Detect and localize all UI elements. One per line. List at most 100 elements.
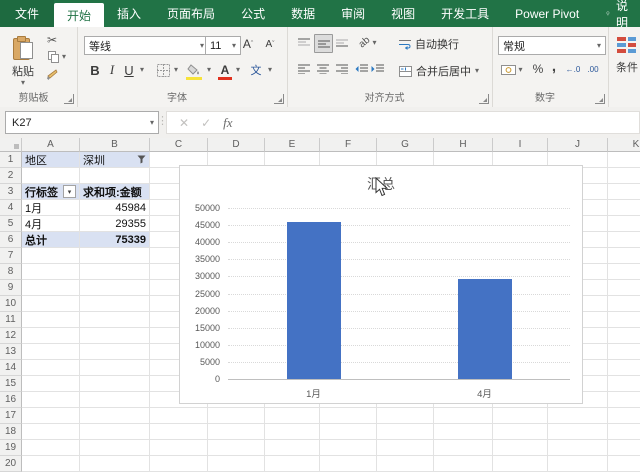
- column-header-G[interactable]: G: [377, 138, 434, 152]
- align-bottom-button[interactable]: [333, 34, 350, 51]
- row-header-2[interactable]: 2: [0, 168, 22, 184]
- cell-B2[interactable]: [80, 168, 150, 184]
- cell-E17[interactable]: [265, 408, 320, 424]
- cell-I20[interactable]: [493, 456, 548, 472]
- cell-B3[interactable]: 求和项:金额: [80, 184, 150, 200]
- cell-I18[interactable]: [493, 424, 548, 440]
- cell-B20[interactable]: [80, 456, 150, 472]
- column-header-H[interactable]: H: [434, 138, 493, 152]
- cell-A16[interactable]: [22, 392, 80, 408]
- align-left-button[interactable]: [295, 60, 312, 77]
- decrease-indent-button[interactable]: [353, 60, 370, 77]
- cell-C20[interactable]: [150, 456, 208, 472]
- cell-A2[interactable]: [22, 168, 80, 184]
- cell-F18[interactable]: [320, 424, 377, 440]
- copy-button[interactable]: ▾: [44, 50, 70, 64]
- accounting-format-button[interactable]: ▾: [498, 61, 526, 78]
- align-top-button[interactable]: [295, 34, 312, 51]
- cell-D20[interactable]: [208, 456, 265, 472]
- cell-A9[interactable]: [22, 280, 80, 296]
- row-header-3[interactable]: 3: [0, 184, 22, 200]
- comma-style-button[interactable]: ,: [548, 57, 560, 75]
- column-header-I[interactable]: I: [493, 138, 548, 152]
- row-header-18[interactable]: 18: [0, 424, 22, 440]
- cell-B17[interactable]: [80, 408, 150, 424]
- cell-G17[interactable]: [377, 408, 434, 424]
- fill-color-button[interactable]: [185, 60, 203, 80]
- cell-F17[interactable]: [320, 408, 377, 424]
- cell-K1[interactable]: [608, 152, 640, 168]
- cell-K4[interactable]: [608, 200, 640, 216]
- cell-B10[interactable]: [80, 296, 150, 312]
- cell-A17[interactable]: [22, 408, 80, 424]
- borders-button[interactable]: [155, 61, 171, 79]
- cell-E20[interactable]: [265, 456, 320, 472]
- decrease-decimal-button[interactable]: .00: [584, 61, 602, 78]
- enter-icon[interactable]: ✓: [201, 116, 211, 130]
- cell-D17[interactable]: [208, 408, 265, 424]
- cell-K12[interactable]: [608, 328, 640, 344]
- decrease-font-size-button[interactable]: Aˇ: [261, 35, 279, 53]
- column-header-J[interactable]: J: [548, 138, 608, 152]
- cell-K18[interactable]: [608, 424, 640, 440]
- cell-D19[interactable]: [208, 440, 265, 456]
- name-box[interactable]: K27 ▾: [5, 111, 159, 134]
- cell-D18[interactable]: [208, 424, 265, 440]
- cell-I19[interactable]: [493, 440, 548, 456]
- align-right-button[interactable]: [333, 60, 350, 77]
- cell-J18[interactable]: [548, 424, 608, 440]
- chevron-down-icon[interactable]: ▾: [204, 65, 214, 75]
- cell-K6[interactable]: [608, 232, 640, 248]
- column-header-C[interactable]: C: [150, 138, 208, 152]
- cell-A11[interactable]: [22, 312, 80, 328]
- cell-C18[interactable]: [150, 424, 208, 440]
- insert-function-icon[interactable]: fx: [223, 115, 232, 131]
- cell-C19[interactable]: [150, 440, 208, 456]
- bar-4月[interactable]: [457, 278, 512, 379]
- cell-B4[interactable]: 45984: [80, 200, 150, 216]
- format-painter-button[interactable]: [44, 68, 60, 82]
- cell-K5[interactable]: [608, 216, 640, 232]
- cell-A3[interactable]: 行标签 ▾: [22, 184, 80, 200]
- cell-B9[interactable]: [80, 280, 150, 296]
- cell-K11[interactable]: [608, 312, 640, 328]
- cell-H18[interactable]: [434, 424, 493, 440]
- cell-G19[interactable]: [377, 440, 434, 456]
- column-header-B[interactable]: B: [80, 138, 150, 152]
- cell-B8[interactable]: [80, 264, 150, 280]
- pivot-row-labels-dropdown[interactable]: ▾: [63, 185, 76, 198]
- chevron-down-icon[interactable]: ▾: [150, 118, 154, 127]
- cell-G20[interactable]: [377, 456, 434, 472]
- chevron-down-icon[interactable]: ▾: [265, 65, 275, 75]
- align-middle-button[interactable]: [314, 34, 333, 53]
- cell-K19[interactable]: [608, 440, 640, 456]
- cell-K15[interactable]: [608, 376, 640, 392]
- tab-开始[interactable]: 开始: [54, 3, 105, 27]
- cell-B13[interactable]: [80, 344, 150, 360]
- cell-A4[interactable]: 1月: [22, 200, 80, 216]
- cell-B11[interactable]: [80, 312, 150, 328]
- cell-K10[interactable]: [608, 296, 640, 312]
- cell-E19[interactable]: [265, 440, 320, 456]
- row-header-5[interactable]: 5: [0, 216, 22, 232]
- tab-插入[interactable]: 插入: [104, 0, 154, 27]
- tab-Power Pivot[interactable]: Power Pivot: [502, 0, 592, 27]
- cell-H19[interactable]: [434, 440, 493, 456]
- cell-I17[interactable]: [493, 408, 548, 424]
- cell-E18[interactable]: [265, 424, 320, 440]
- row-header-9[interactable]: 9: [0, 280, 22, 296]
- cell-A19[interactable]: [22, 440, 80, 456]
- cell-J20[interactable]: [548, 456, 608, 472]
- cell-K9[interactable]: [608, 280, 640, 296]
- cell-B12[interactable]: [80, 328, 150, 344]
- underline-button[interactable]: U: [121, 61, 137, 79]
- cell-C17[interactable]: [150, 408, 208, 424]
- row-header-13[interactable]: 13: [0, 344, 22, 360]
- cell-B1[interactable]: 深圳: [80, 152, 150, 168]
- clipboard-dialog-launcher[interactable]: [64, 94, 74, 104]
- tab-页面布局[interactable]: 页面布局: [154, 0, 228, 27]
- row-header-16[interactable]: 16: [0, 392, 22, 408]
- column-header-A[interactable]: A: [22, 138, 80, 152]
- column-header-D[interactable]: D: [208, 138, 265, 152]
- cell-A5[interactable]: 4月: [22, 216, 80, 232]
